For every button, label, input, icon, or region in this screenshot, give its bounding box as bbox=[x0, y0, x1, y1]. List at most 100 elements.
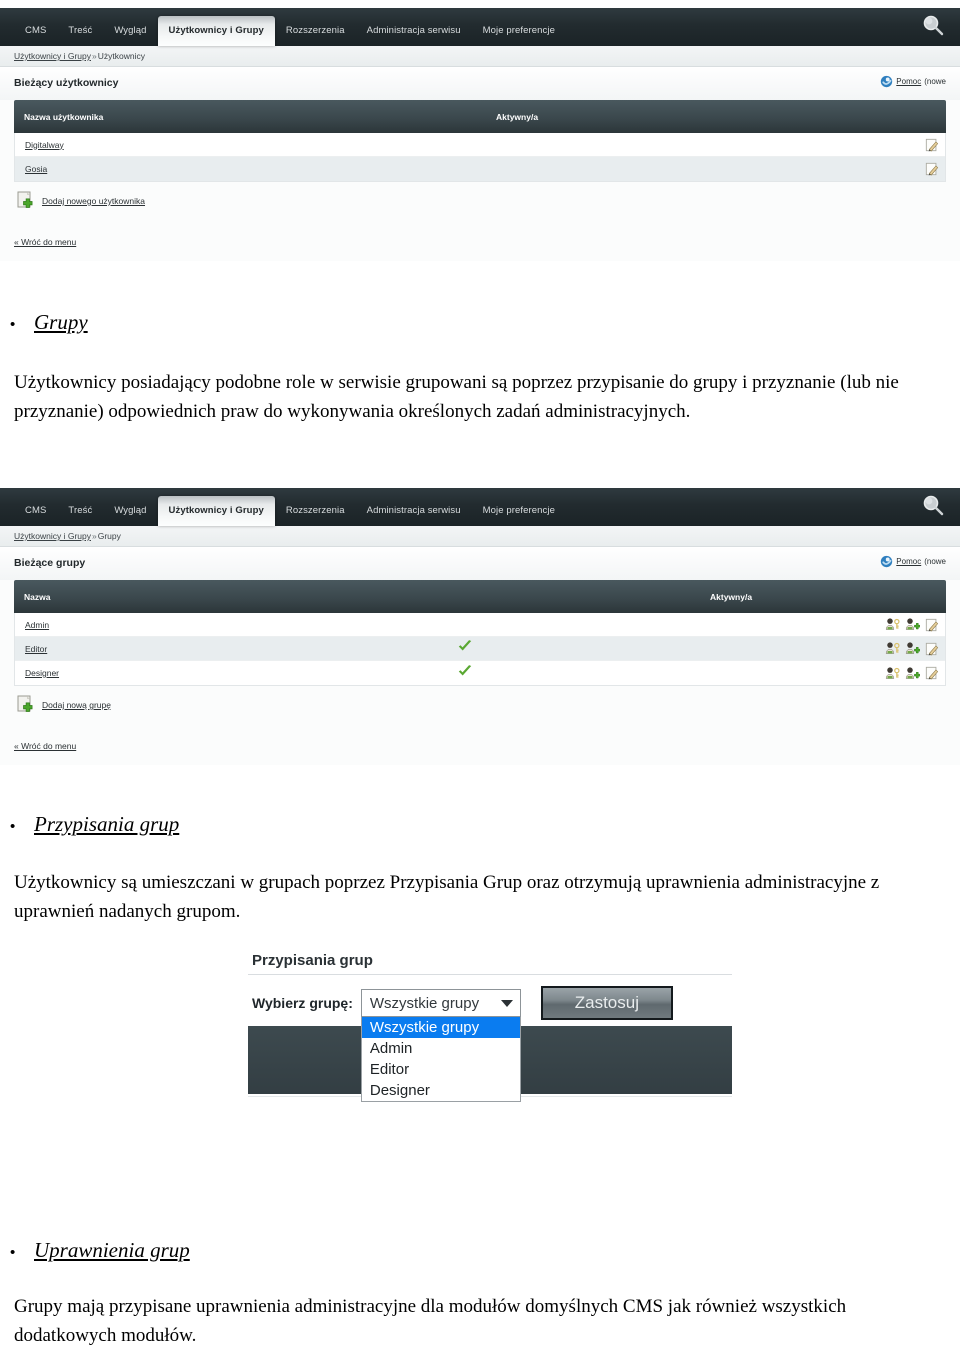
group-name-link[interactable]: Admin bbox=[15, 620, 49, 630]
group-select-value: Wszystkie grupy bbox=[369, 994, 480, 1012]
breadcrumb: Użytkownicy i Grupy»Grupy bbox=[0, 526, 960, 547]
column-header-username: Nazwa użytkownika bbox=[24, 111, 104, 122]
add-new-group-label: Dodaj nową grupę bbox=[42, 700, 111, 710]
add-new-user-label: Dodaj nowego użytkownika bbox=[42, 196, 146, 206]
column-header-active: Aktywny/a bbox=[710, 591, 753, 602]
group-select[interactable]: Wszystkie grupy Wszystkie grupy Admin Ed… bbox=[360, 989, 521, 1102]
breadcrumb-separator: » bbox=[92, 51, 97, 61]
row-actions bbox=[885, 617, 939, 632]
nav-tab-moje-preferencje[interactable]: Moje preferencje bbox=[472, 496, 566, 526]
nav-tab-moje-preferencje[interactable]: Moje preferencje bbox=[472, 16, 566, 46]
select-group-row: Wybierz grupę: Wszystkie grupy Wszystkie… bbox=[246, 986, 734, 1102]
help-icon bbox=[881, 75, 893, 88]
add-new-user-link[interactable]: Dodaj nowego użytkownika bbox=[16, 191, 960, 211]
divider bbox=[248, 974, 732, 975]
section-paragraph-uprawnienia-grup: Grupy mają przypisane uprawnienia admini… bbox=[14, 1296, 847, 1346]
add-new-group-link[interactable]: Dodaj nową grupę bbox=[16, 695, 960, 715]
back-to-menu-link[interactable]: « Wróć do menu bbox=[14, 237, 960, 261]
help-label: Pomoc bbox=[896, 77, 922, 86]
group-name-link[interactable]: Designer bbox=[15, 668, 59, 678]
select-option-admin[interactable]: Admin bbox=[362, 1038, 520, 1059]
edit-icon[interactable] bbox=[925, 162, 939, 176]
user-name-link[interactable]: Gosia bbox=[15, 164, 47, 174]
table-row[interactable]: Digitalway bbox=[15, 133, 945, 157]
user-name-link[interactable]: Digitalway bbox=[15, 140, 64, 150]
breadcrumb-current: Użytkownicy bbox=[97, 51, 145, 61]
user-add-icon[interactable] bbox=[905, 617, 920, 632]
nav-tab-cms[interactable]: CMS bbox=[14, 16, 57, 46]
table-row[interactable]: Gosia bbox=[15, 157, 945, 181]
select-option-wszystkie-grupy[interactable]: Wszystkie grupy bbox=[361, 1017, 520, 1038]
breadcrumb-link-users-groups[interactable]: Użytkownicy i Grupy bbox=[14, 51, 91, 61]
section-heading-przypisania-grup: • Przypisania grup bbox=[0, 812, 179, 837]
cms-top-navbar: CMS Treść Wygląd Użytkownicy i Grupy Roz… bbox=[0, 488, 960, 526]
nav-tab-uzytkownicy-i-grupy[interactable]: Użytkownicy i Grupy bbox=[157, 496, 275, 526]
help-label: Pomoc bbox=[896, 557, 922, 566]
edit-icon[interactable] bbox=[925, 138, 939, 152]
page-title: Bieżący użytkownicy bbox=[14, 77, 119, 89]
user-add-icon[interactable] bbox=[905, 666, 920, 681]
users-table-body: Digitalway Gosia bbox=[14, 133, 946, 182]
user-permissions-icon[interactable] bbox=[885, 617, 900, 632]
search-icon[interactable] bbox=[920, 13, 946, 39]
search-icon[interactable] bbox=[920, 493, 946, 519]
user-add-icon[interactable] bbox=[905, 641, 920, 656]
bullet-marker: • bbox=[10, 1244, 16, 1261]
select-option-editor[interactable]: Editor bbox=[362, 1059, 520, 1080]
group-select-box[interactable]: Wszystkie grupy bbox=[360, 989, 521, 1017]
edit-icon[interactable] bbox=[925, 642, 939, 656]
cms-users-screenshot: CMS Treść Wygląd Użytkownicy i Grupy Roz… bbox=[0, 8, 960, 261]
nav-tab-wyglad[interactable]: Wygląd bbox=[103, 16, 157, 46]
chevron-down-icon[interactable] bbox=[500, 999, 513, 1007]
table-row[interactable]: Admin bbox=[15, 613, 945, 637]
groups-table-header: Nazwa Aktywny/a bbox=[14, 580, 946, 613]
section-paragraph-grupy: Użytkownicy posiadający podobne role w s… bbox=[14, 372, 899, 422]
heading-text[interactable]: Przypisania grup bbox=[34, 812, 179, 837]
cms-groups-screenshot: CMS Treść Wygląd Użytkownicy i Grupy Roz… bbox=[0, 488, 960, 765]
section-paragraph-przypisania-grup: Użytkownicy są umieszczani w grupach pop… bbox=[14, 872, 880, 922]
table-row[interactable]: Editor bbox=[15, 637, 945, 661]
select-option-designer[interactable]: Designer bbox=[362, 1080, 520, 1101]
column-header-active: Aktywny/a bbox=[496, 111, 539, 122]
edit-icon[interactable] bbox=[925, 666, 939, 680]
active-flag bbox=[457, 638, 473, 659]
apply-button[interactable]: Zastosuj bbox=[540, 986, 673, 1020]
nav-tab-rozszerzenia[interactable]: Rozszerzenia bbox=[275, 16, 356, 46]
nav-tab-tresc[interactable]: Treść bbox=[57, 16, 103, 46]
breadcrumb-separator: » bbox=[92, 531, 97, 541]
table-row[interactable]: Designer bbox=[15, 661, 945, 685]
heading-text[interactable]: Grupy bbox=[34, 310, 88, 335]
heading-text[interactable]: Uprawnienia grup bbox=[34, 1238, 190, 1263]
help-link[interactable]: Pomoc (nowe bbox=[880, 75, 946, 88]
add-page-icon bbox=[17, 191, 33, 208]
assignments-title: Przypisania grup bbox=[252, 952, 373, 969]
bullet-marker: • bbox=[10, 316, 16, 333]
nav-tab-uzytkownicy-i-grupy[interactable]: Użytkownicy i Grupy bbox=[157, 16, 275, 46]
cms-top-navbar: CMS Treść Wygląd Użytkownicy i Grupy Roz… bbox=[0, 8, 960, 46]
users-table-header: Nazwa użytkownika Aktywny/a bbox=[14, 100, 946, 133]
group-assignments-screenshot: Przypisania grup Wybierz grupę: Wszystki… bbox=[246, 952, 734, 1103]
row-actions bbox=[925, 138, 939, 152]
nav-tab-administracja-serwisu[interactable]: Administracja serwisu bbox=[356, 496, 472, 526]
back-to-menu-link[interactable]: « Wróć do menu bbox=[14, 741, 960, 765]
add-page-icon bbox=[17, 695, 33, 712]
help-link[interactable]: Pomoc (nowe bbox=[880, 555, 946, 568]
group-select-options-list[interactable]: Wszystkie grupy Admin Editor Designer bbox=[360, 1017, 521, 1102]
help-tail: (nowe bbox=[924, 557, 946, 566]
user-permissions-icon[interactable] bbox=[885, 666, 900, 681]
check-icon bbox=[458, 640, 472, 651]
nav-tab-administracja-serwisu[interactable]: Administracja serwisu bbox=[356, 16, 472, 46]
select-group-label: Wybierz grupę: bbox=[252, 995, 353, 1011]
document-page: CMS Treść Wygląd Użytkownicy i Grupy Roz… bbox=[0, 0, 960, 1358]
nav-tab-rozszerzenia[interactable]: Rozszerzenia bbox=[275, 496, 356, 526]
user-permissions-icon[interactable] bbox=[885, 641, 900, 656]
help-tail: (nowe bbox=[924, 77, 946, 86]
nav-tab-cms[interactable]: CMS bbox=[14, 496, 57, 526]
group-name-link[interactable]: Editor bbox=[15, 644, 47, 654]
nav-tab-wyglad[interactable]: Wygląd bbox=[103, 496, 157, 526]
nav-tab-tresc[interactable]: Treść bbox=[57, 496, 103, 526]
breadcrumb-link-users-groups[interactable]: Użytkownicy i Grupy bbox=[14, 531, 91, 541]
edit-icon[interactable] bbox=[925, 618, 939, 632]
active-flag bbox=[457, 663, 473, 684]
section-heading-grupy: • Grupy bbox=[0, 310, 88, 335]
